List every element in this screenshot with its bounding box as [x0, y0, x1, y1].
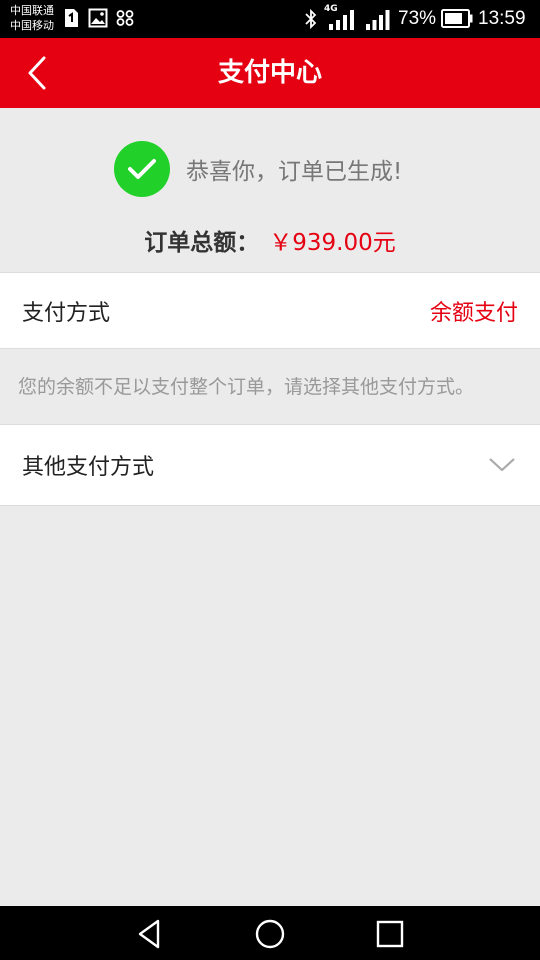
payment-method-value: 余额支付: [429, 300, 518, 326]
check-circle-icon: [114, 141, 170, 197]
payment-method-row[interactable]: 支付方式 余额支付: [0, 272, 540, 349]
balance-notice: 您的余额不足以支付整个订单，请选择其他支付方式。: [18, 376, 475, 398]
carrier-1: 中国联通: [10, 4, 54, 17]
order-total-value: ￥939.00元: [269, 230, 396, 256]
signal-icon: [366, 10, 390, 30]
battery-percent: 73%: [398, 8, 437, 29]
nav-back-icon[interactable]: [134, 918, 166, 950]
order-total: 订单总额： ￥939.00元: [0, 222, 540, 258]
order-total-label: 订单总额：: [144, 230, 260, 256]
sim-card-icon: [65, 9, 78, 27]
back-arrow-icon: [28, 56, 46, 90]
page-title: 支付中心: [217, 58, 322, 88]
status-bar: 中国联通 中国移动 4G 73% 13:59: [0, 0, 540, 38]
carrier-names: 中国联通 中国移动: [10, 3, 54, 33]
carrier-2: 中国移动: [10, 19, 54, 32]
image-icon: [88, 8, 108, 28]
chevron-down-icon: [489, 458, 515, 472]
back-button[interactable]: [18, 52, 58, 94]
battery-icon: [441, 9, 473, 28]
signal-4g-icon: 4G: [324, 4, 354, 30]
success-text: 恭喜你，订单已生成!: [186, 159, 403, 185]
other-payment-methods-label: 其他支付方式: [22, 455, 155, 480]
navigation-bar: [0, 906, 540, 960]
voicemail-icon: [116, 10, 134, 26]
other-payment-methods-row[interactable]: 其他支付方式: [0, 424, 540, 506]
bluetooth-icon: [305, 8, 317, 30]
order-success-message: 恭喜你，订单已生成!: [114, 141, 402, 197]
nav-home-icon[interactable]: [254, 918, 286, 950]
clock: 13:59: [478, 8, 526, 29]
nav-recents-icon[interactable]: [374, 918, 406, 950]
payment-method-label: 支付方式: [22, 300, 111, 326]
app-header: 支付中心: [0, 38, 540, 108]
